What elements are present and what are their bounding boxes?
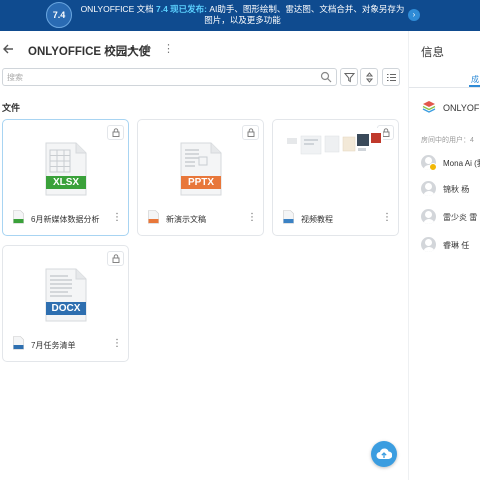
file-card-xlsx[interactable]: XLSX 6月新媒体数据分析 ⋮: [2, 119, 129, 236]
more-vertical-icon[interactable]: ⋮: [247, 212, 257, 223]
user-name: 锦秋 杨: [443, 185, 470, 194]
file-card-video[interactable]: 视频教程 ⋮: [272, 119, 399, 236]
user-name: 睿琳 任: [443, 241, 470, 250]
pptx-small-icon: [148, 210, 159, 224]
lock-icon: [112, 254, 120, 263]
chevron-right-icon[interactable]: ›: [408, 9, 420, 21]
file-type-label: PPTX: [187, 177, 215, 188]
list-view-icon: [387, 73, 396, 82]
search-icon[interactable]: [320, 71, 332, 83]
upload-button[interactable]: [371, 441, 397, 467]
app-root: 7.4 ONLYOFFICE 文档 7.4 现已发布: AI助手、图形绘制、雷达…: [0, 0, 480, 480]
file-card-docx[interactable]: DOCX 7月任务清单 ⋮: [2, 245, 129, 362]
cloud-upload-icon: [376, 448, 392, 460]
xlsx-small-icon: [13, 210, 24, 224]
avatar: [421, 209, 436, 224]
filter-button[interactable]: [340, 68, 358, 86]
users-count-label: 房间中的用户：4: [421, 137, 474, 144]
filter-icon: [344, 73, 355, 83]
file-name[interactable]: 6月新媒体数据分析: [31, 214, 99, 225]
sort-button[interactable]: [360, 68, 378, 86]
more-vertical-icon[interactable]: ⋮: [382, 212, 392, 223]
lock-button[interactable]: [107, 251, 124, 266]
version-badge: 7.4: [46, 2, 72, 28]
divider: [409, 87, 480, 88]
chevron-down-icon[interactable]: ▼: [129, 46, 136, 53]
owner-badge-icon: [429, 163, 437, 171]
lock-icon: [112, 128, 120, 137]
avatar: [421, 181, 436, 196]
files-section-label: 文件: [2, 103, 21, 113]
lock-icon: [247, 128, 255, 137]
back-arrow-icon[interactable]: [2, 43, 14, 57]
docx-small-icon: [13, 336, 24, 350]
file-type-label: XLSX: [52, 177, 80, 188]
file-name[interactable]: 新演示文稿: [166, 214, 206, 225]
release-banner[interactable]: 7.4 ONLYOFFICE 文档 7.4 现已发布: AI助手、图形绘制、雷达…: [0, 0, 480, 31]
more-vertical-icon[interactable]: ⋮: [112, 338, 122, 349]
file-name[interactable]: 视频教程: [301, 214, 333, 225]
info-panel: 信息 成 ONLYOFFICE 房间中的用户：4 Mona Ai (我 锦秋 杨…: [408, 31, 480, 480]
banner-release: 7.4 现已发布:: [155, 4, 207, 14]
onlyoffice-logo-icon: [422, 101, 436, 113]
user-row[interactable]: 锦秋 杨: [421, 181, 480, 197]
lock-button[interactable]: [242, 125, 259, 140]
user-name: 雷少炎 雷: [443, 213, 478, 222]
lock-button[interactable]: [107, 125, 124, 140]
user-row[interactable]: 雷少炎 雷: [421, 209, 480, 225]
avatar: [421, 237, 436, 252]
banner-brand: ONLYOFFICE 文档: [80, 4, 154, 14]
org-name: ONLYOFFICE: [443, 103, 480, 113]
video-thumbnail: [283, 128, 383, 176]
view-toggle-button[interactable]: [382, 68, 400, 86]
banner-text: ONLYOFFICE 文档 7.4 现已发布: AI助手、图形绘制、雷达图、文档…: [80, 4, 405, 26]
info-panel-title: 信息: [421, 47, 444, 59]
sort-icon: [365, 72, 374, 83]
lock-icon: [382, 128, 390, 137]
video-small-icon: [283, 210, 294, 224]
file-name[interactable]: 7月任务清单: [31, 340, 75, 351]
plus-icon[interactable]: +: [143, 41, 152, 56]
banner-features: AI助手、图形绘制、雷达图、文档合并、对象另存为图片，以及更多功能: [204, 4, 405, 25]
file-type-label: DOCX: [51, 303, 81, 314]
user-row[interactable]: Mona Ai (我: [421, 155, 480, 171]
tab-members[interactable]: 成: [471, 74, 479, 85]
user-name: Mona Ai (我: [443, 159, 480, 168]
more-vertical-icon[interactable]: ⋮: [163, 43, 174, 55]
file-card-pptx[interactable]: PPTX 新演示文稿 ⋮: [137, 119, 264, 236]
search-input[interactable]: [7, 70, 307, 84]
user-row[interactable]: 睿琳 任: [421, 237, 480, 253]
more-vertical-icon[interactable]: ⋮: [112, 212, 122, 223]
search-box[interactable]: [2, 68, 337, 86]
